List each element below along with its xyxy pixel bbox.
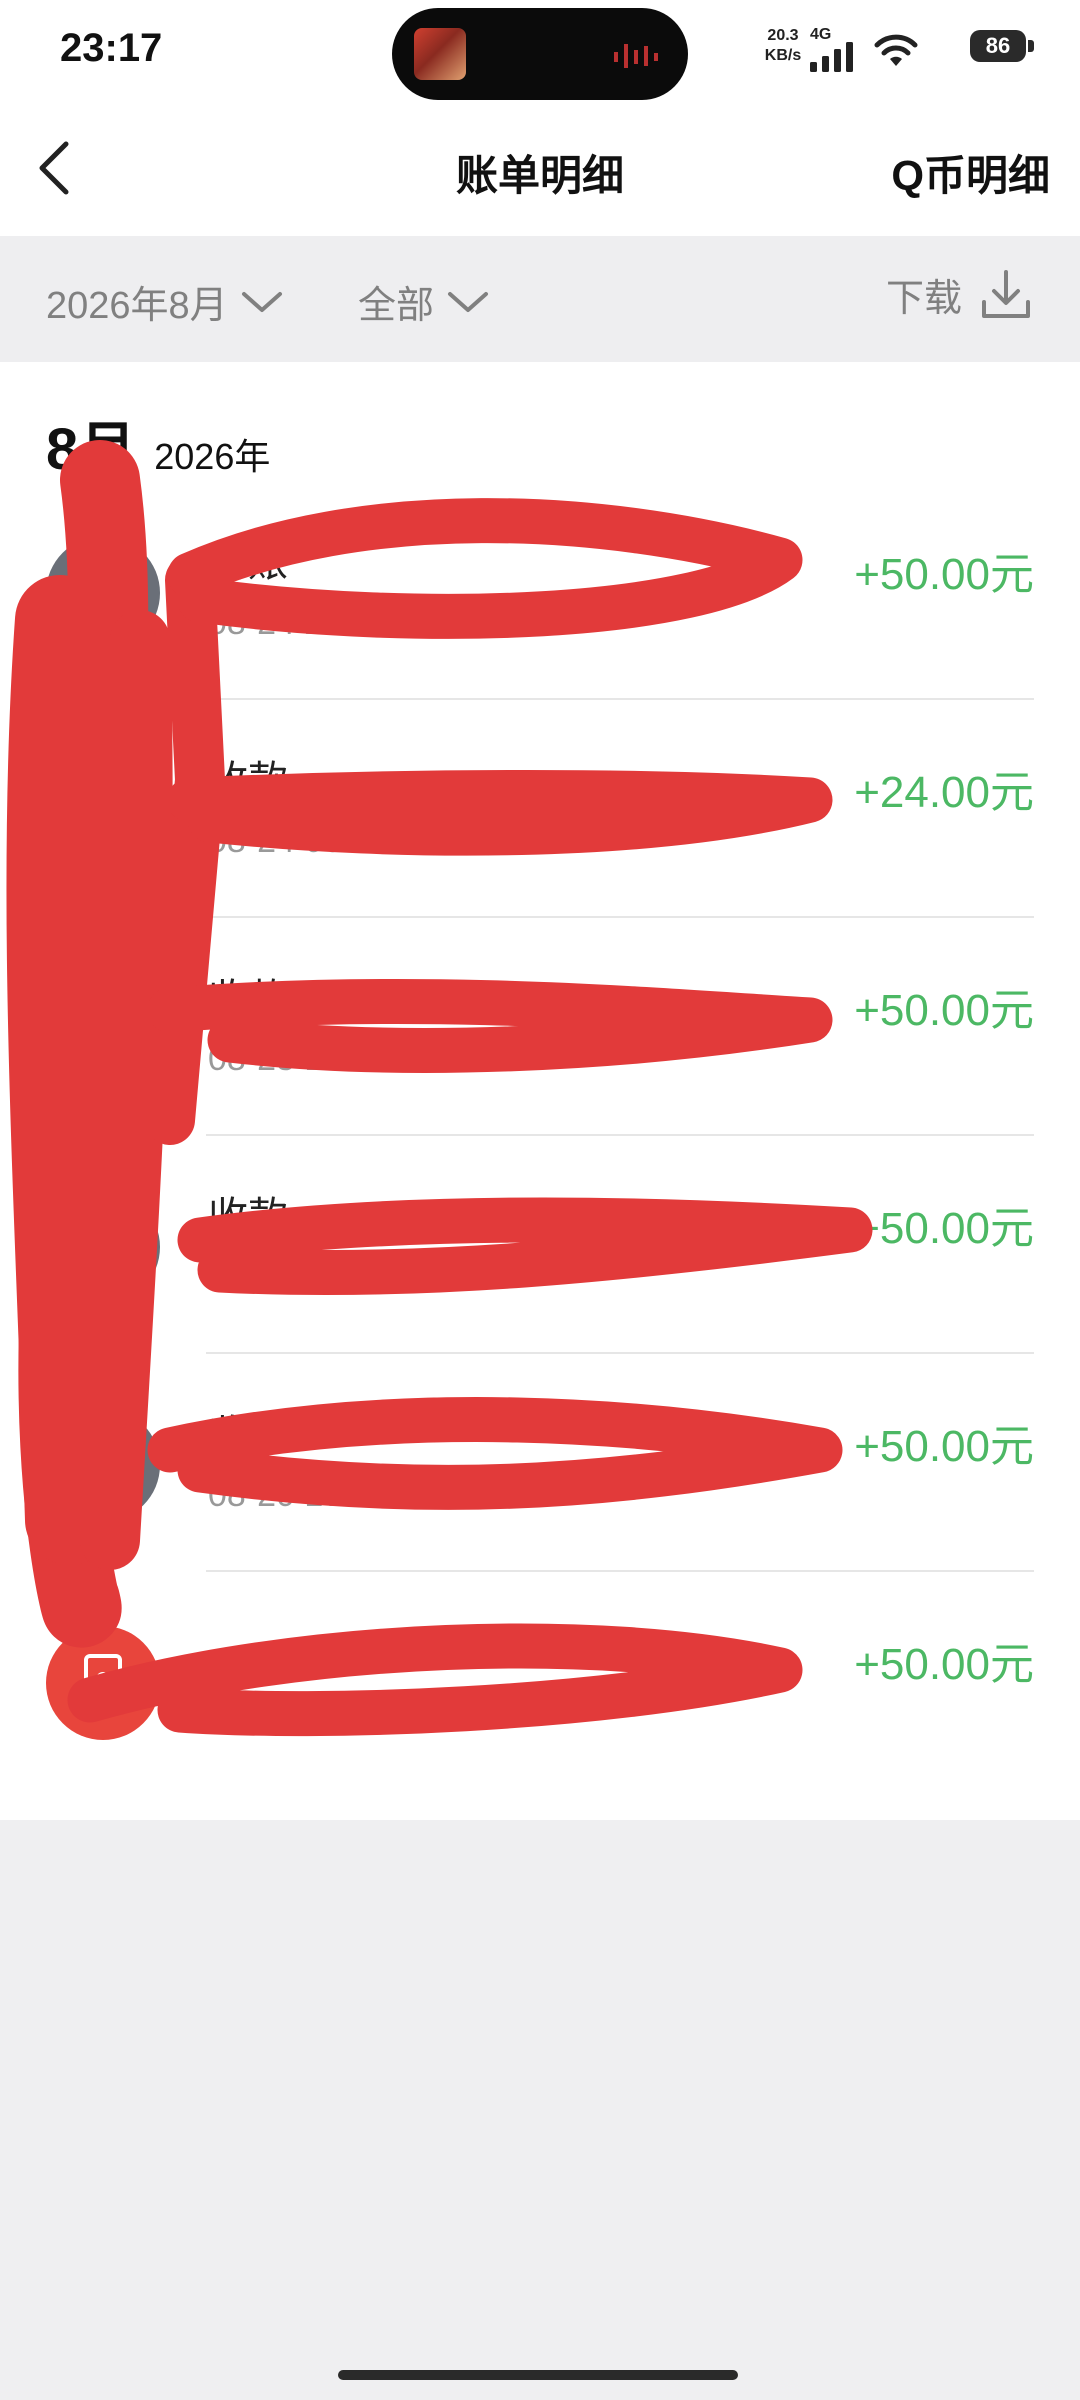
- type-filter-label: 全部: [358, 285, 435, 327]
- month-filter[interactable]: 2026年8月: [46, 274, 284, 329]
- transaction-row[interactable]: 收款 08-24 00:09 +24.00元: [0, 700, 1080, 918]
- status-bar: 23:17 20.3 KB/s 4G 86: [0, 0, 1080, 100]
- transaction-time: 08-19 18:10: [208, 1694, 390, 1732]
- transaction-time: 08-23 13:16: [208, 1040, 390, 1078]
- avatar: [46, 754, 160, 868]
- chevron-down-icon: [241, 291, 282, 312]
- avatar: [46, 536, 160, 650]
- transaction-amount: +50.00元: [854, 986, 1034, 1035]
- transaction-title: 收款: [208, 759, 288, 803]
- chevron-down-icon: [448, 291, 489, 312]
- wifi-icon: [874, 34, 918, 66]
- transaction-amount: +50.00元: [854, 550, 1034, 599]
- transaction-title: 收款: [208, 1195, 288, 1239]
- transaction-row[interactable]: 转账 08-24 23:16 +50.00元: [0, 482, 1080, 700]
- transaction-row[interactable]: 收款 08-23 13:16 +50.00元: [0, 918, 1080, 1136]
- download-icon: [982, 270, 1030, 318]
- q-coin-details-link[interactable]: Q币明细: [891, 142, 1050, 203]
- month-filter-label: 2026年8月: [46, 285, 228, 327]
- download-button[interactable]: 下载: [886, 266, 1034, 322]
- transaction-amount: +24.00元: [854, 768, 1034, 817]
- avatar: [46, 1408, 160, 1522]
- transaction-amount: +50.00元: [854, 1204, 1034, 1253]
- status-time: 23:17: [60, 26, 163, 70]
- transaction-list: 8月 2026年 转账 08-24 23:16 +50.00元 收款 08-24…: [0, 362, 1080, 1820]
- section-year: 2026年: [154, 436, 271, 477]
- transaction-time: 08-24 23:16: [208, 604, 390, 642]
- dynamic-island[interactable]: [392, 8, 688, 100]
- transaction-title: 收款: [208, 977, 288, 1021]
- transaction-time: 08-20 17:42: [208, 1476, 390, 1514]
- transaction-time: 08-22 03:39: [208, 1258, 390, 1296]
- nav-bar: 账单明细 Q币明细: [0, 100, 1080, 236]
- avatar: [46, 972, 160, 1086]
- battery-tip: [1028, 40, 1034, 52]
- transaction-time: 08-24 00:09: [208, 822, 390, 860]
- transaction-row[interactable]: 08-19 18:10 +50.00元: [0, 1572, 1080, 1790]
- red-packet-icon: [46, 1626, 160, 1740]
- type-filter[interactable]: 全部: [358, 274, 490, 329]
- transaction-amount: +50.00元: [854, 1640, 1034, 1689]
- download-label: 下载: [885, 277, 962, 320]
- audio-wave-icon: [614, 44, 658, 68]
- home-indicator[interactable]: [338, 2370, 738, 2380]
- transaction-row[interactable]: 收款 08-20 17:42 +50.00元: [0, 1354, 1080, 1572]
- month-header: 8月 2026年: [46, 402, 270, 486]
- transaction-amount: +50.00元: [854, 1422, 1034, 1471]
- transaction-title: 转账: [208, 541, 288, 585]
- transaction-row[interactable]: 收款 08-22 03:39 +50.00元: [0, 1136, 1080, 1354]
- now-playing-artwork: [414, 28, 466, 80]
- filter-bar: 2026年8月 全部 下载: [0, 236, 1080, 362]
- section-month: 8月: [46, 417, 137, 482]
- transaction-title: 收款: [208, 1413, 288, 1457]
- battery-indicator: 86: [970, 30, 1026, 62]
- net-speed: 20.3 KB/s: [764, 27, 802, 64]
- signal-icon: [810, 42, 853, 72]
- status-icons: 20.3 KB/s 4G 86: [760, 24, 1040, 74]
- avatar: [46, 1190, 160, 1304]
